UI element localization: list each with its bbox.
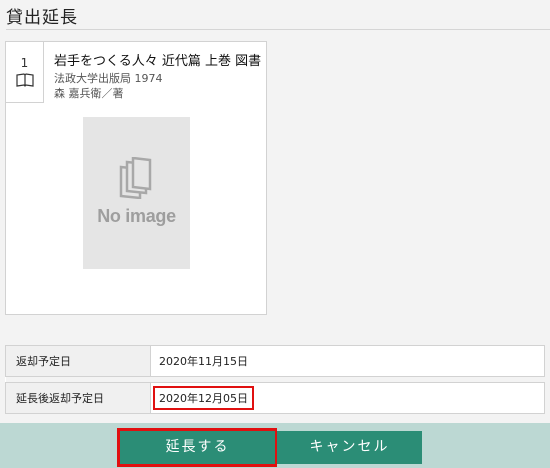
- loan-details-table: 返却予定日 2020年11月15日 延長後返却予定日 2020年12月05日: [5, 345, 545, 414]
- no-image-label: No image: [97, 206, 176, 226]
- title-divider: [6, 29, 550, 30]
- book-title[interactable]: 岩手をつくる人々 近代篇 上巻 図書: [54, 50, 261, 69]
- cover-placeholder: No image: [83, 117, 190, 269]
- book-icon: [15, 73, 34, 87]
- due-date-value: 2020年11月15日: [150, 345, 545, 377]
- item-index: 1: [20, 56, 29, 70]
- document-icon: [119, 157, 152, 199]
- action-bar: 延長する キャンセル: [0, 423, 550, 468]
- due-date-label: 返却予定日: [5, 345, 151, 377]
- new-due-date-value: 2020年12月05日: [153, 386, 254, 410]
- new-due-date-row: 延長後返却予定日 2020年12月05日: [5, 382, 545, 414]
- page-title: 貸出延長: [6, 8, 78, 28]
- cancel-button[interactable]: キャンセル: [277, 431, 422, 464]
- due-date-row: 返却予定日 2020年11月15日: [5, 345, 545, 377]
- new-due-date-label: 延長後返却予定日: [5, 382, 151, 414]
- extend-button[interactable]: 延長する: [120, 431, 275, 464]
- book-author: 森 嘉兵衛／著: [54, 87, 124, 100]
- new-due-date-cell: 2020年12月05日: [150, 382, 545, 414]
- item-index-cell: 1: [6, 42, 44, 103]
- book-publisher: 法政大学出版局 1974: [54, 72, 163, 85]
- book-card: 1 岩手をつくる人々 近代篇 上巻 図書 法政大学出版局 1974 森 嘉兵衛／…: [5, 41, 267, 315]
